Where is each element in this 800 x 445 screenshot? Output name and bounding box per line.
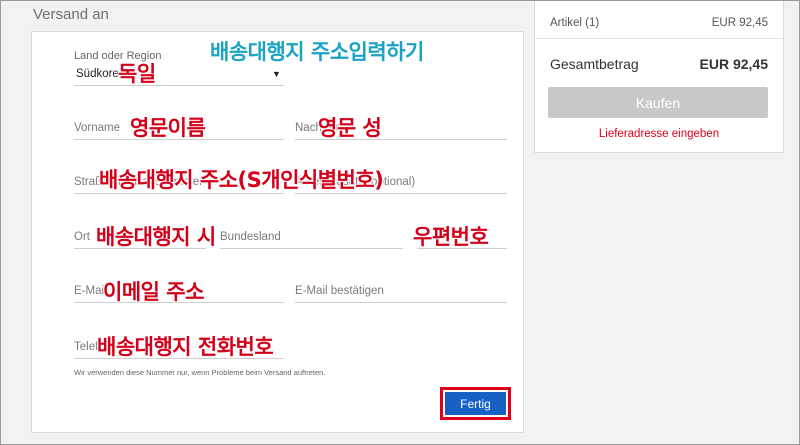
enter-address-link[interactable]: Lieferadresse eingeben [535, 128, 783, 140]
email-confirm-placeholder: E-Mail bestätigen [295, 285, 384, 297]
order-summary: Artikel (1) EUR 92,45 Gesamtbetrag EUR 9… [534, 0, 784, 153]
kaufen-button[interactable]: Kaufen [548, 87, 768, 118]
total-row: Gesamtbetrag EUR 92,45 [550, 56, 768, 72]
city-placeholder: Ort [74, 231, 90, 243]
total-label: Gesamtbetrag [550, 56, 639, 72]
summary-divider [535, 38, 783, 39]
annotation-email: 이메일 주소 [103, 280, 204, 304]
annotation-lastname: 영문 성 [318, 116, 382, 140]
section-title: Versand an [33, 6, 109, 23]
phone-hint: Wir verwenden diese Nummer nur, wenn Pro… [74, 368, 326, 377]
state-placeholder: Bundesland [220, 231, 281, 243]
firstname-placeholder: Vorname [74, 122, 121, 134]
annotation-street: 배송대행지 주소(S개인식별번호) [99, 168, 384, 192]
items-price: EUR 92,45 [711, 17, 768, 29]
items-label: Artikel (1) [550, 17, 600, 29]
items-row: Artikel (1) EUR 92,45 [550, 17, 768, 29]
fertig-button[interactable]: Fertig [445, 392, 506, 415]
email-placeholder: E-Mail [74, 285, 107, 297]
annotation-city: 배송대행지 시 [96, 225, 216, 249]
country-select-underline[interactable] [74, 68, 284, 86]
annotation-firstname: 영문이름 [130, 116, 206, 140]
total-price: EUR 92,45 [699, 56, 768, 72]
submit-highlight: Fertig [440, 387, 511, 420]
annotation-header: 배송대행지 주소입력하기 [210, 40, 424, 64]
annotation-country: 독일 [118, 62, 156, 86]
annotation-zip: 우편번호 [413, 225, 489, 249]
email-confirm-field[interactable]: E-Mail bestätigen [295, 281, 507, 303]
annotation-phone: 배송대행지 전화번호 [97, 335, 274, 359]
state-field[interactable]: Bundesland [220, 227, 403, 249]
